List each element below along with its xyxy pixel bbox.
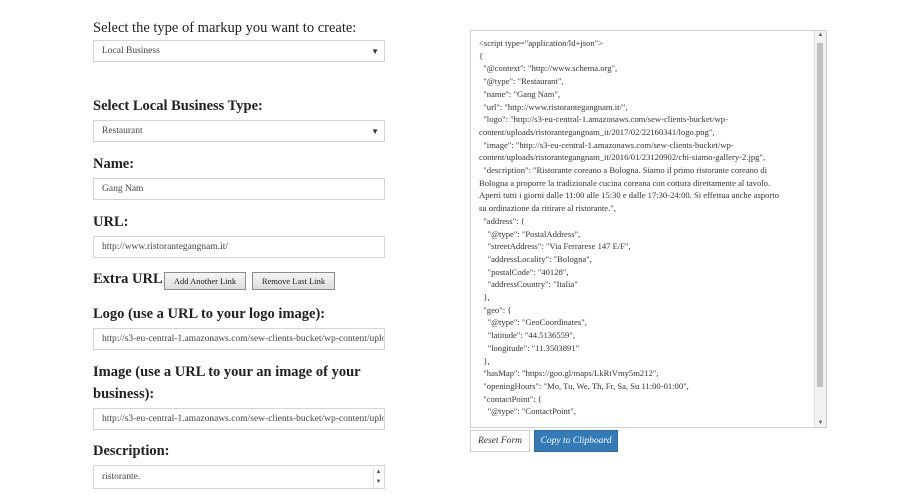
scroll-up-icon[interactable]: ▲ [815,32,826,38]
business-type-value: Restaurant [102,126,143,136]
reset-form-button[interactable]: Reset Form [470,430,530,452]
image-label-line1: Image (use a URL to your an image of you… [93,364,361,380]
code-line: "address": { [479,215,525,226]
code-line: "image": "http://s3-eu-central-1.amazona… [479,139,734,150]
code-line: "addressLocality": "Bologna", [479,253,592,264]
add-another-link-button[interactable]: Add Another Link [164,272,246,290]
url-input[interactable]: http://www.ristorantegangnam.it/ [93,236,385,258]
description-value: ristorante. [102,472,141,482]
business-type-select[interactable]: Restaurant ▼ [93,120,385,142]
code-line: Bologna a proporre la tradizionale cucin… [479,177,771,188]
business-type-label: Select Local Business Type: [93,98,263,114]
code-line: "openingHours": "Mo, Tu, We, Th, Fr, Sa,… [479,380,689,391]
code-line: content/uploads/ristorantegangnam_it/201… [479,152,766,163]
image-label-line2: business): [93,386,155,402]
code-line: "url": "http://www.ristorantegangnam.it/… [479,101,628,112]
code-line: "@type": "ContactPoint", [479,406,576,417]
code-line: "@type": "GeoCoordinates", [479,317,587,328]
code-line: "logo": "http://s3-eu-central-1.amazonaw… [479,114,728,125]
code-line: su ordinazione da ritirare al ristorante… [479,203,616,214]
code-line: "name": "Gang Nam", [479,88,561,99]
scroll-down-icon[interactable]: ▼ [815,420,826,426]
code-output-panel[interactable]: <script type="application/ld+json"> { "@c… [470,30,827,428]
markup-type-value: Local Business [102,46,160,56]
code-line: "contactPoint": { [479,393,542,404]
logo-input[interactable]: http://s3-eu-central-1.amazonaws.com/sew… [93,328,385,350]
json-ld-code: <script type="application/ld+json"> { "@c… [479,37,811,418]
markup-type-select[interactable]: Local Business ▼ [93,40,385,62]
name-label: Name: [93,156,135,172]
code-line: "@type": "PostalAddress", [479,228,581,239]
textarea-scrollbar[interactable]: ▲ ▼ [373,467,383,487]
name-input[interactable]: Gang Nam [93,178,385,200]
remove-last-link-button[interactable]: Remove Last Link [252,272,335,290]
code-line: Aperti tutti i giorni dalle 11:00 alle 1… [479,190,779,201]
code-line: "@context": "http://www.schema.org", [479,63,618,74]
image-input[interactable]: http://s3-eu-central-1.amazonaws.com/sew… [93,408,385,430]
extra-url-label: Extra URL: [93,271,168,287]
description-textarea[interactable]: ristorante. ▲ ▼ [93,465,385,489]
code-line: { [479,50,484,61]
chevron-down-icon: ▼ [371,127,379,136]
chevron-down-icon: ▼ [371,47,379,56]
code-line: "addressCountry": "Italia" [479,279,578,290]
code-line: "postalCode": "40128", [479,266,569,277]
url-label: URL: [93,214,129,230]
logo-label: Logo (use a URL to your logo image): [93,306,326,322]
code-line: <script type="application/ld+json"> [479,38,604,48]
scrollbar-thumb[interactable] [817,43,823,387]
code-line: "@type": "Restaurant", [479,76,564,87]
code-line: }, [479,292,490,303]
code-line: "latitude": "44.5136559", [479,330,575,341]
code-scrollbar[interactable]: ▲ ▼ [814,31,826,427]
code-line: "description": "Ristorante coreano a Bol… [479,165,768,176]
code-line: "geo": { [479,304,512,315]
code-line: content/uploads/ristorantegangnam_it/201… [479,126,715,137]
code-line: "longitude": "11.3503891" [479,342,580,353]
code-line: "hasMap": "https://goo.gl/maps/LkRtVmy5m… [479,368,659,379]
markup-type-label: Select the type of markup you want to cr… [93,20,357,36]
code-line: "streetAddress": "Via Ferrarese 147 E/F"… [479,241,631,252]
description-label: Description: [93,443,170,459]
code-line: }, [479,355,490,366]
copy-to-clipboard-button[interactable]: Copy to Clipboard [534,430,618,452]
